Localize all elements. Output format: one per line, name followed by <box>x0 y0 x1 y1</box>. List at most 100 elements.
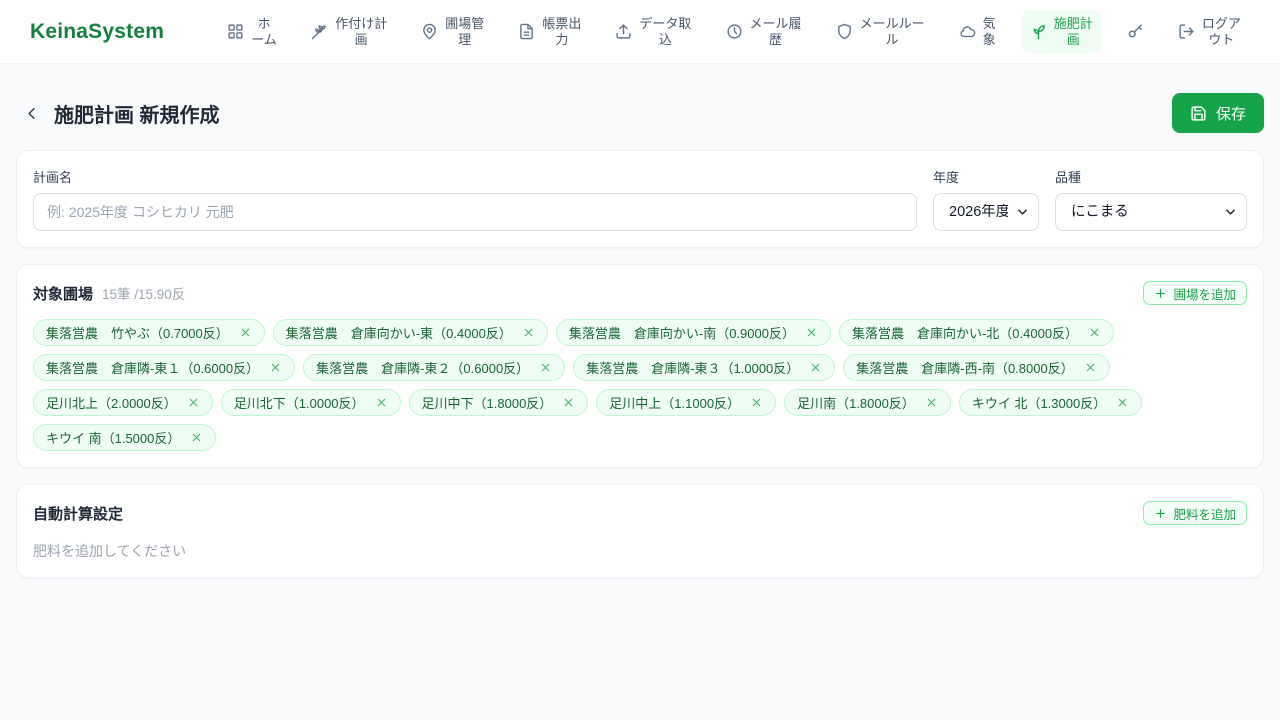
remove-field-button[interactable] <box>1088 326 1101 339</box>
nav-item-data-import[interactable]: データ取込 <box>606 10 700 53</box>
field-chip: 集落営農 倉庫隣-東３（1.0000反） <box>573 354 836 381</box>
sprout-icon <box>1030 23 1047 40</box>
nav-item-fertilization-plan[interactable]: 施肥計画 <box>1020 9 1102 54</box>
nav-item-home[interactable]: ホーム <box>218 10 286 53</box>
nav-item-mail-rules[interactable]: メールルール <box>827 10 934 53</box>
variety-select[interactable]: にこまる <box>1055 193 1247 231</box>
nav-item-logout[interactable]: ログアウト <box>1169 10 1250 53</box>
remove-field-button[interactable] <box>239 326 252 339</box>
nav-item-label: 気象 <box>982 15 996 47</box>
field-chip: キウイ 南（1.5000反） <box>33 424 217 451</box>
target-fields-card: 対象圃場 15筆 /15.90反 圃場を追加 集落営農 竹やぶ（0.7000反）… <box>16 264 1264 468</box>
cloud-icon <box>959 23 976 40</box>
auto-calc-empty-text: 肥料を追加してください <box>33 543 187 559</box>
field-chip: 集落営農 倉庫向かい-東（0.4000反） <box>272 319 548 346</box>
field-chip: 足川北上（2.0000反） <box>33 389 213 416</box>
shield-icon <box>836 23 853 40</box>
nav-item-label: ログアウト <box>1201 15 1241 47</box>
nav-item-weather[interactable]: 気象 <box>950 10 1005 53</box>
field-chip: 集落営農 倉庫向かい-南（0.9000反） <box>555 319 831 346</box>
plan-name-field: 計画名 <box>33 167 917 231</box>
nav-item-label: 作付け計画 <box>335 15 388 47</box>
field-chip-label: 足川中上（1.1000反） <box>609 396 741 411</box>
remove-field-button[interactable] <box>750 396 763 409</box>
remove-field-button[interactable] <box>190 431 203 444</box>
variety-field: 品種 にこまる <box>1055 167 1247 231</box>
nav-item-label: 施肥計画 <box>1053 15 1093 47</box>
add-field-button-label: 圃場を追加 <box>1173 287 1236 302</box>
brand-logo[interactable]: KeinaSystem <box>30 20 164 44</box>
field-chip: 足川北下（1.0000反） <box>220 389 401 416</box>
field-chip-label: キウイ 南（1.5000反） <box>46 431 181 446</box>
nav-item-report-output[interactable]: 帳票出力 <box>509 10 590 53</box>
field-chip-label: 足川北上（2.0000反） <box>46 396 177 411</box>
nav-item-password[interactable] <box>1118 17 1153 46</box>
add-fertilizer-button[interactable]: 肥料を追加 <box>1143 501 1247 525</box>
plan-form-card: 計画名 年度 2026年度 品種 にこまる <box>16 150 1264 248</box>
plus-icon <box>1154 287 1167 300</box>
nav-item-mail-history[interactable]: メール履歴 <box>717 10 811 53</box>
remove-field-button[interactable] <box>925 396 938 409</box>
field-chip-label: 足川南（1.8000反） <box>797 396 915 411</box>
remove-field-button[interactable] <box>269 361 282 374</box>
history-icon <box>726 23 743 40</box>
back-button[interactable] <box>18 100 45 127</box>
field-chip-label: 集落営農 倉庫向かい-東（0.4000反） <box>285 326 512 341</box>
field-chip: 足川中上（1.1000反） <box>596 389 777 416</box>
field-chip-label: 集落営農 倉庫隣-東１（0.6000反） <box>46 361 260 376</box>
field-chip-label: 足川北下（1.0000反） <box>233 396 365 411</box>
remove-field-button[interactable] <box>809 361 822 374</box>
field-chip: 集落営農 倉庫隣-西-南（0.8000反） <box>843 354 1110 381</box>
plan-name-input[interactable] <box>33 193 917 231</box>
doc-icon <box>518 23 535 40</box>
target-fields-title: 対象圃場 <box>33 285 94 303</box>
remove-field-button[interactable] <box>562 396 575 409</box>
remove-field-button[interactable] <box>1116 396 1129 409</box>
field-chip-label: 集落営農 倉庫隣-東３（1.0000反） <box>586 361 800 376</box>
nav-item-label: 圃場管理 <box>445 15 485 47</box>
field-chip-label: 集落営農 倉庫向かい-南（0.9000反） <box>568 326 795 341</box>
nav-item-planting-plan[interactable]: 作付け計画 <box>302 10 396 53</box>
year-field: 年度 2026年度 <box>933 167 1039 231</box>
chevron-left-icon <box>22 104 41 123</box>
remove-field-button[interactable] <box>375 396 388 409</box>
plus-icon <box>1154 507 1167 520</box>
add-field-button[interactable]: 圃場を追加 <box>1143 281 1247 305</box>
target-fields-summary: 15筆 /15.90反 <box>102 287 186 302</box>
year-select[interactable]: 2026年度 <box>933 193 1039 231</box>
nav-item-field-management[interactable]: 圃場管理 <box>412 10 493 53</box>
remove-field-button[interactable] <box>805 326 818 339</box>
auto-calc-title: 自動計算設定 <box>33 505 124 523</box>
add-fertilizer-button-label: 肥料を追加 <box>1173 507 1236 522</box>
field-chip: 集落営農 倉庫向かい-北（0.4000反） <box>838 319 1115 346</box>
nav-item-label: メールルール <box>859 15 925 47</box>
nav-item-label: メール履歴 <box>749 15 802 47</box>
remove-field-button[interactable] <box>539 361 552 374</box>
save-button[interactable]: 保存 <box>1171 93 1264 133</box>
wheat-icon <box>311 23 328 40</box>
field-chip-label: 集落営農 竹やぶ（0.7000反） <box>46 326 229 341</box>
field-chip-label: 集落営農 倉庫向かい-北（0.4000反） <box>851 326 1079 341</box>
remove-field-button[interactable] <box>522 326 535 339</box>
field-chip-label: 集落営農 倉庫隣-東２（0.6000反） <box>316 361 530 376</box>
auto-calc-card: 自動計算設定 肥料を追加 肥料を追加してください <box>16 484 1264 578</box>
field-chip: キウイ 北（1.3000反） <box>958 389 1143 416</box>
variety-label: 品種 <box>1055 170 1082 185</box>
field-chip-label: キウイ 北（1.3000反） <box>971 396 1107 411</box>
field-chip: 足川南（1.8000反） <box>784 389 951 416</box>
page-header: 施肥計画 新規作成 保存 <box>0 64 1280 150</box>
remove-field-button[interactable] <box>1084 361 1097 374</box>
year-label: 年度 <box>933 170 960 185</box>
top-nav: KeinaSystem ホーム 作付け計画 圃場管理 帳票出力 データ取込 メール履歴 メー… <box>0 0 1280 64</box>
field-chip: 集落営農 竹やぶ（0.7000反） <box>33 319 265 346</box>
field-chip-label: 足川中下（1.8000反） <box>421 396 553 411</box>
field-chip-label: 集落営農 倉庫隣-西-南（0.8000反） <box>856 361 1074 376</box>
save-icon <box>1190 105 1207 122</box>
nav-items: ホーム 作付け計画 圃場管理 帳票出力 データ取込 メール履歴 メールルール 気象 施肥計画 ログ… <box>218 9 1250 54</box>
remove-field-button[interactable] <box>187 396 200 409</box>
field-chip: 足川中下（1.8000反） <box>408 389 589 416</box>
plan-name-label: 計画名 <box>33 170 73 185</box>
key-icon <box>1127 23 1144 40</box>
logout-icon <box>1178 23 1195 40</box>
field-chip: 集落営農 倉庫隣-東１（0.6000反） <box>33 354 296 381</box>
